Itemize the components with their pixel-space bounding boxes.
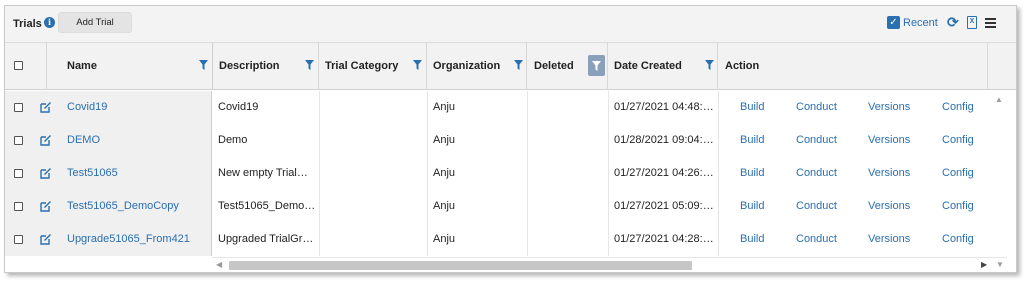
column-header-label: Deleted [534,60,574,72]
category-cell [325,124,421,157]
row-checkbox[interactable] [14,103,23,112]
table-row[interactable]: Test51065_DemoCopy Test51065_Demo… Anju … [5,190,1016,223]
select-all-header [5,43,47,90]
date-created-cell: 01/27/2021 04:28:… [614,233,714,245]
edit-icon[interactable] [40,167,52,179]
grid-header: Name Description Trial Category Organiza… [5,43,1016,90]
versions-link[interactable]: Versions [868,157,910,190]
trial-name-link[interactable]: DEMO [67,124,100,157]
column-header-organization[interactable]: Organization [427,43,527,90]
active-filter-icon[interactable] [588,55,605,76]
column-header-label: Action [725,60,760,72]
toolbar: Trials i Add Trial ✓ Recent ⟳ X [5,6,1016,43]
row-checkbox[interactable] [14,235,23,244]
versions-link[interactable]: Versions [868,190,910,223]
trial-name-link[interactable]: Upgrade51065_From421 [67,223,190,256]
description-cell: Upgraded TrialGr… [218,233,314,245]
refresh-icon[interactable]: ⟳ [947,15,959,29]
table-row[interactable]: Covid19 Covid19 Anju 01/27/2021 04:48:… … [5,91,1016,124]
scroll-right-arrow-icon[interactable]: ▶ [981,260,987,269]
table-row[interactable]: Test51065 New empty Trial… Anju 01/27/20… [5,157,1016,190]
versions-link[interactable]: Versions [868,91,910,124]
versions-link[interactable]: Versions [868,124,910,157]
info-icon[interactable]: i [44,17,55,28]
description-cell: Covid19 [218,101,259,113]
category-cell [325,190,421,223]
organization-cell: Anju [433,134,456,146]
select-all-checkbox[interactable] [14,61,23,70]
trial-name-link[interactable]: Covid19 [67,91,107,124]
column-header-action: Action [718,43,988,90]
table-row[interactable]: Upgrade51065_From421 Upgraded TrialGr… A… [5,223,1016,256]
config-link[interactable]: Config [942,223,974,256]
category-cell [325,157,421,190]
scroll-left-arrow-icon[interactable]: ◀ [216,260,222,269]
row-checkbox[interactable] [14,202,23,211]
column-header-label: Date Created [614,60,682,72]
category-cell [325,223,421,256]
scroll-down-arrow-icon[interactable]: ▼ [996,260,1004,269]
recent-label[interactable]: Recent [903,17,938,29]
description-cell: Demo [218,134,248,146]
conduct-link[interactable]: Conduct [796,157,837,190]
excel-export-icon[interactable]: X [967,16,977,29]
column-header-description[interactable]: Description [213,43,319,90]
organization-cell: Anju [433,167,456,179]
date-created-cell: 01/27/2021 04:26:… [614,167,714,179]
date-created-cell: 01/28/2021 09:04:… [614,134,714,146]
date-created-cell: 01/27/2021 04:48:… [614,101,714,113]
conduct-link[interactable]: Conduct [796,91,837,124]
versions-link[interactable]: Versions [868,223,910,256]
horizontal-scrollbar[interactable]: ◀ ▶ ▼ [212,257,1007,271]
build-link[interactable]: Build [740,124,764,157]
column-header-label: Trial Category [325,60,399,72]
edit-icon[interactable] [40,200,52,212]
column-header-deleted[interactable]: Deleted [527,43,608,90]
trial-name-link[interactable]: Test51065_DemoCopy [67,190,179,223]
column-header-date-created[interactable]: Date Created [608,43,718,90]
grid-body: Covid19 Covid19 Anju 01/27/2021 04:48:… … [5,91,1016,256]
config-link[interactable]: Config [942,91,974,124]
column-header-label: Organization [433,60,501,72]
description-cell: New empty Trial… [218,167,308,179]
config-link[interactable]: Config [942,190,974,223]
edit-icon[interactable] [40,233,52,245]
row-checkbox[interactable] [14,136,23,145]
column-header-label: Name [67,60,97,72]
recent-checkbox[interactable]: ✓ [887,16,900,29]
build-link[interactable]: Build [740,190,764,223]
scroll-up-arrow-icon[interactable]: ▲ [995,95,1003,104]
column-header-name[interactable]: Name [47,43,213,90]
add-trial-button[interactable]: Add Trial [58,12,132,33]
category-cell [325,91,421,124]
description-cell: Test51065_Demo… [218,200,314,212]
trial-name-link[interactable]: Test51065 [67,157,118,190]
build-link[interactable]: Build [740,91,764,124]
column-header-label: Description [219,60,280,72]
panel-title: Trials [13,18,42,30]
hamburger-menu-icon[interactable] [985,18,996,28]
edit-icon[interactable] [40,134,52,146]
header-spacer [988,43,1007,90]
organization-cell: Anju [433,200,456,212]
edit-icon[interactable] [40,101,52,113]
build-link[interactable]: Build [740,157,764,190]
organization-cell: Anju [433,101,456,113]
organization-cell: Anju [433,233,456,245]
build-link[interactable]: Build [740,223,764,256]
column-header-trial-category[interactable]: Trial Category [319,43,427,90]
date-created-cell: 01/27/2021 05:09:… [614,200,714,212]
row-checkbox[interactable] [14,169,23,178]
config-link[interactable]: Config [942,124,974,157]
horizontal-scroll-thumb[interactable] [229,261,692,270]
conduct-link[interactable]: Conduct [796,223,837,256]
vertical-scrollbar[interactable]: ▲ [990,91,1007,256]
conduct-link[interactable]: Conduct [796,190,837,223]
conduct-link[interactable]: Conduct [796,124,837,157]
trials-panel: Trials i Add Trial ✓ Recent ⟳ X Name Des… [4,5,1017,273]
config-link[interactable]: Config [942,157,974,190]
table-row[interactable]: DEMO Demo Anju 01/28/2021 09:04:… Build … [5,124,1016,157]
